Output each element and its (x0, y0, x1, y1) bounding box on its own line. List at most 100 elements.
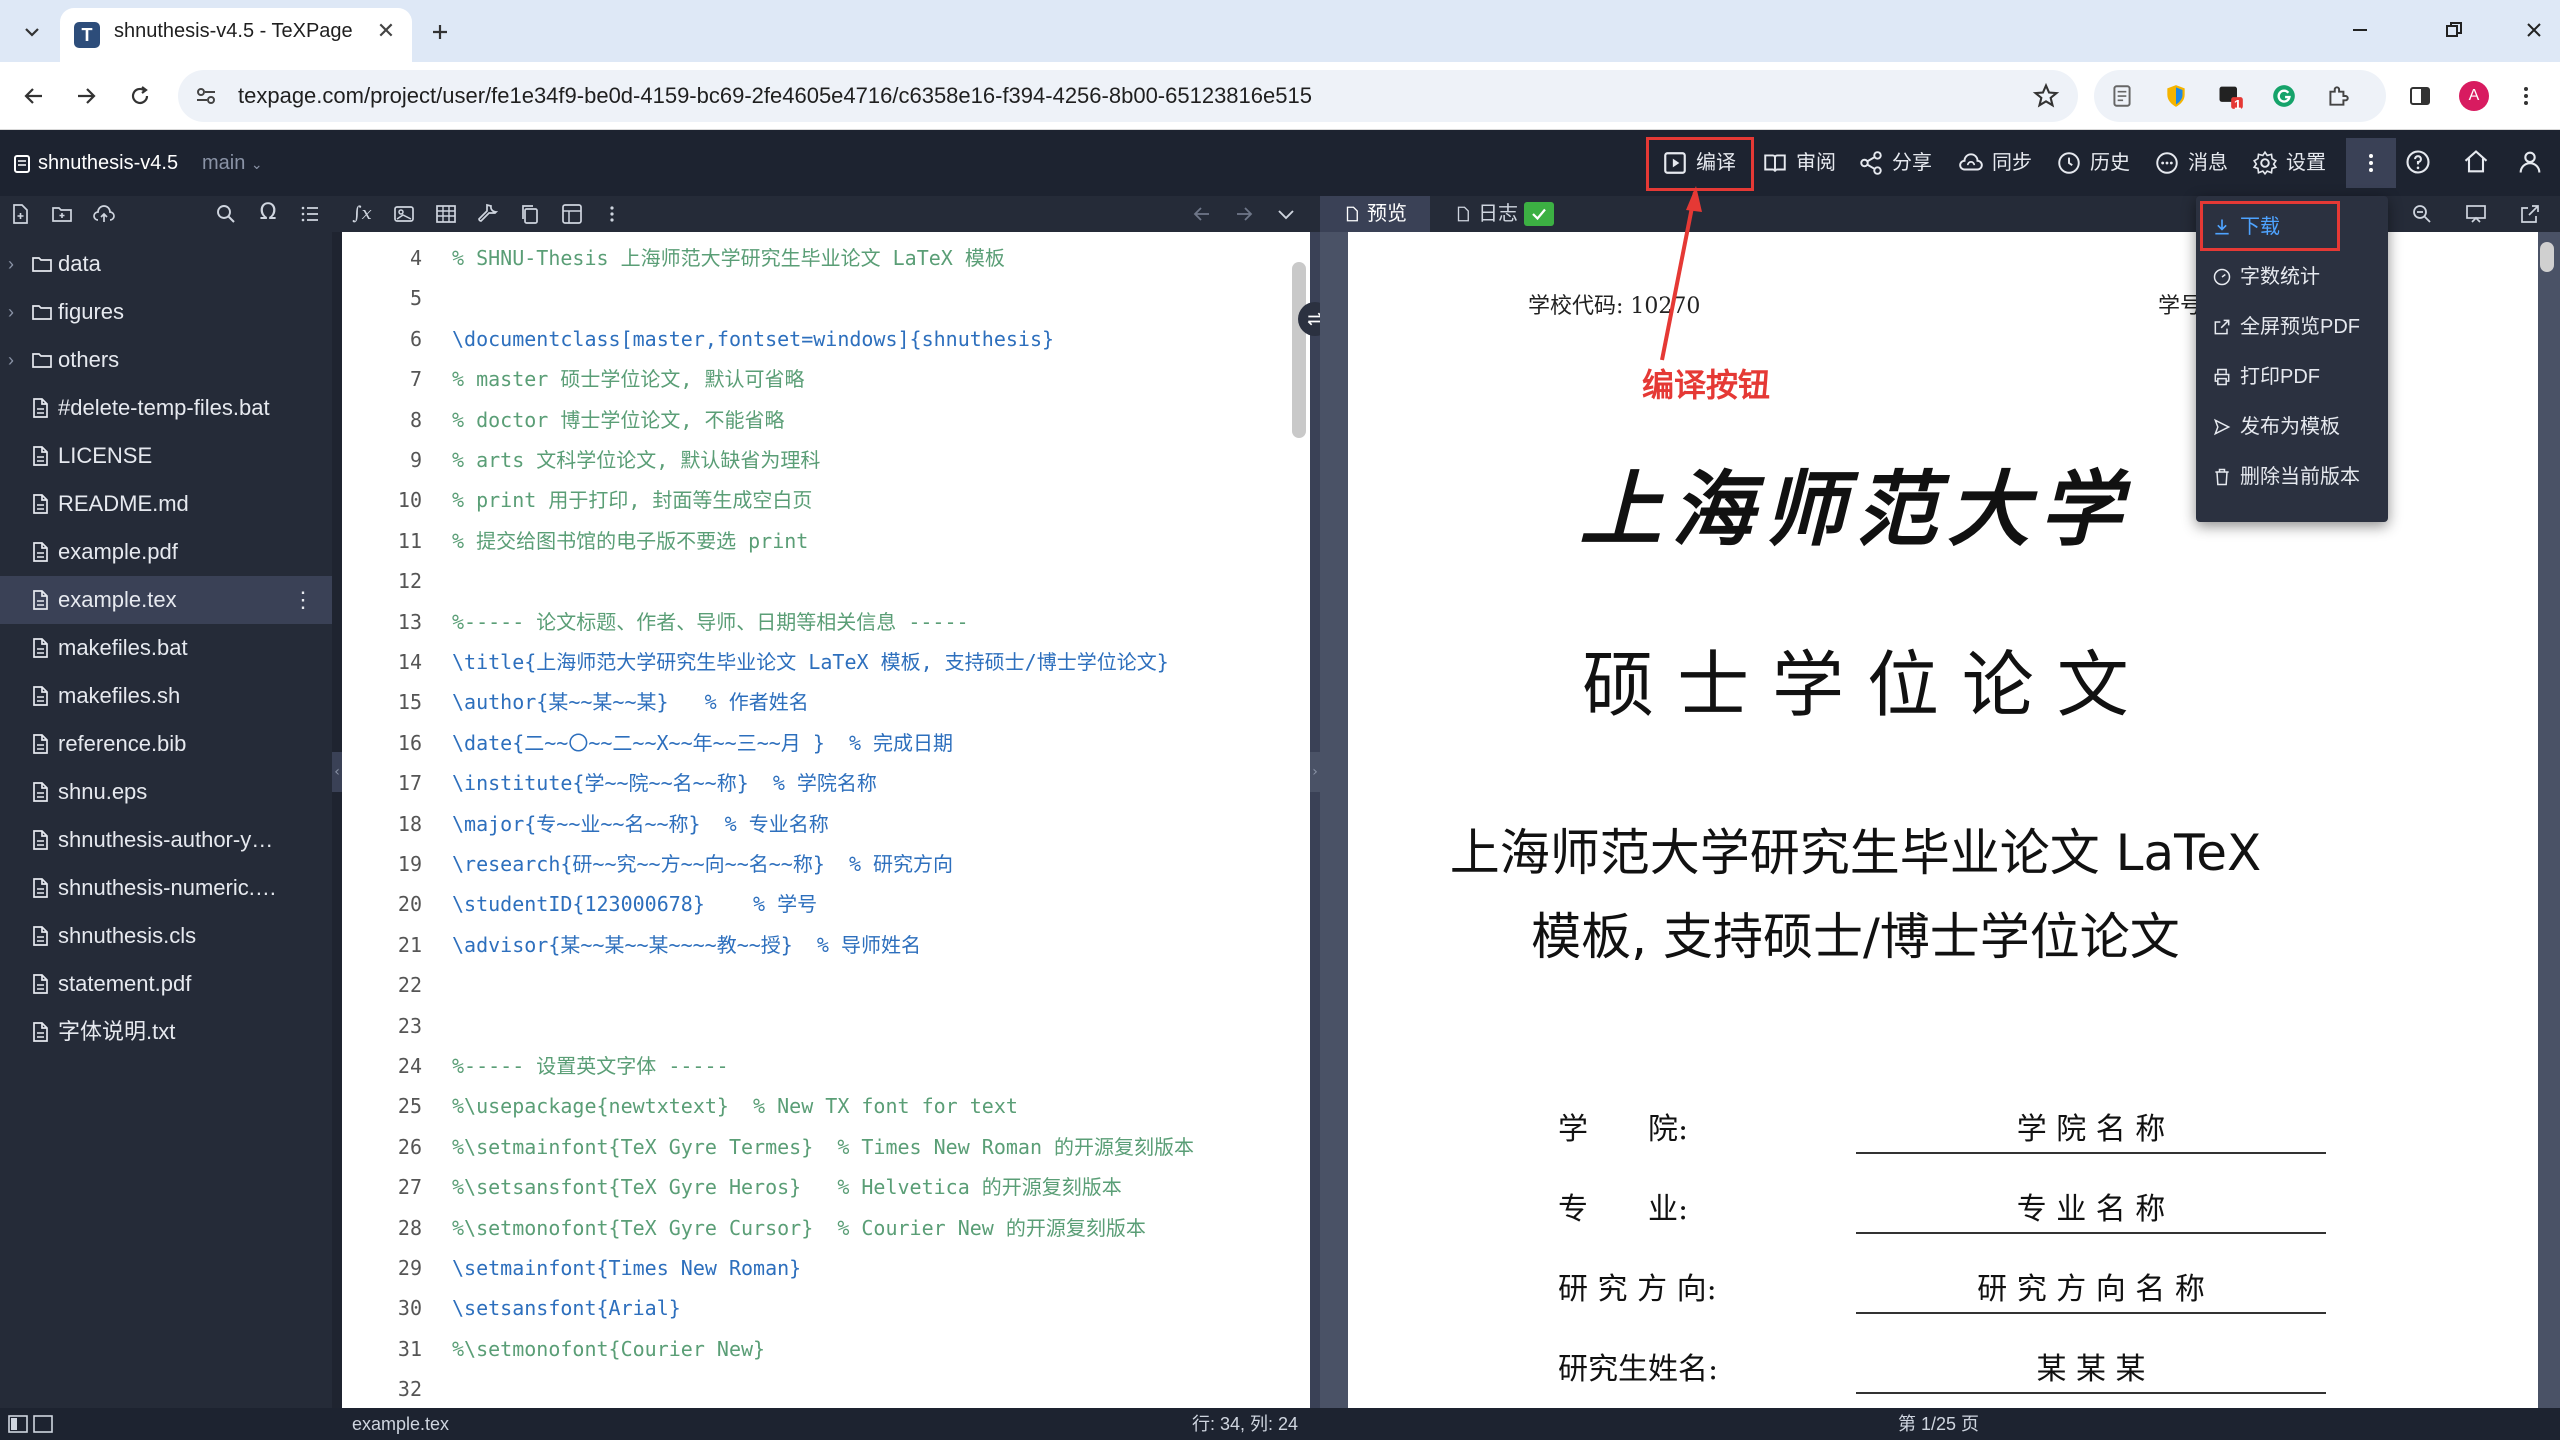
code-line[interactable]: \date{二~~〇~~二~~X~~年~~三~~月 } % 完成日期 (452, 723, 953, 763)
profile-avatar[interactable]: A (2454, 76, 2494, 116)
code-line[interactable]: % print 用于打印, 封面等生成空白页 (452, 480, 812, 520)
formula-icon[interactable]: ∫x (350, 202, 374, 226)
chevron-right-icon[interactable]: › (8, 336, 14, 384)
collapse-right-icon[interactable]: › (1310, 752, 1320, 792)
tab-manager-extension-icon[interactable]: 1 (2210, 76, 2250, 116)
file-item[interactable]: 字体说明.txt (0, 1008, 332, 1056)
file-item[interactable]: shnuthesis.cls (0, 912, 332, 960)
template-icon[interactable] (560, 202, 584, 226)
code-line[interactable]: \documentclass[master,fontset=windows]{s… (452, 319, 1054, 359)
help-icon[interactable] (2404, 148, 2436, 180)
file-item[interactable]: makefiles.bat (0, 624, 332, 672)
branch-selector[interactable]: main ⌄ (202, 130, 263, 197)
code-line[interactable]: %\usepackage{newtxtext} % New TX font fo… (452, 1086, 1018, 1126)
editor-more-icon[interactable] (604, 202, 620, 226)
code-line[interactable]: %\setmonofont{Courier New} (452, 1329, 765, 1369)
code-line[interactable]: % master 硕士学位论文, 默认可省略 (452, 359, 804, 399)
arrow-left-icon[interactable] (1190, 202, 1214, 226)
code-line[interactable]: %\setmonofont{TeX Gyre Cursor} % Courier… (452, 1208, 1146, 1248)
new-folder-icon[interactable] (50, 202, 74, 226)
file-item[interactable]: statement.pdf (0, 960, 332, 1008)
more-menu-button[interactable] (2346, 138, 2396, 188)
code-line[interactable]: %----- 论文标题、作者、导师、日期等相关信息 ----- (452, 602, 969, 642)
tab-close-icon[interactable]: ✕ (372, 18, 400, 46)
close-window-icon[interactable] (2514, 10, 2554, 50)
menu-item-print-pdf[interactable]: 打印PDF (2196, 352, 2388, 402)
menu-item-word-count[interactable]: 字数统计 (2196, 252, 2388, 302)
sidebar-splitter[interactable]: ‹ (332, 232, 342, 1408)
new-tab-icon[interactable] (422, 14, 458, 50)
outline-list-icon[interactable] (298, 202, 322, 226)
menu-item-delete-version[interactable]: 删除当前版本 (2196, 452, 2388, 502)
collapse-left-icon[interactable]: ‹ (332, 752, 342, 792)
layout-toggle-icon[interactable] (8, 1414, 56, 1434)
side-panel-icon[interactable] (2400, 76, 2440, 116)
folder-item[interactable]: › others (0, 336, 332, 384)
browser-menu-icon[interactable] (2506, 76, 2546, 116)
file-item[interactable]: makefiles.sh (0, 672, 332, 720)
editor-scrollbar[interactable] (1292, 262, 1306, 438)
preview-scrollbar[interactable] (2540, 242, 2554, 272)
file-item[interactable]: example.pdf (0, 528, 332, 576)
arrow-right-icon[interactable] (1232, 202, 1256, 226)
back-arrow-icon[interactable] (14, 76, 54, 116)
file-item[interactable]: shnuthesis-author-y… (0, 816, 332, 864)
sync-button[interactable]: 同步 (1958, 140, 2032, 186)
tab-preview[interactable]: 预览 (1320, 196, 1430, 232)
code-line[interactable]: % 提交给图书馆的电子版不要选 print (452, 521, 808, 561)
forward-arrow-icon[interactable] (66, 76, 106, 116)
code-line[interactable]: % arts 文科学位论文, 默认缺省为理科 (452, 440, 820, 480)
grammarly-extension-icon[interactable] (2264, 76, 2304, 116)
image-insert-icon[interactable] (392, 202, 416, 226)
file-options-icon[interactable]: ⋮ (292, 576, 314, 624)
file-item[interactable]: reference.bib (0, 720, 332, 768)
review-button[interactable]: 审阅 (1762, 140, 1836, 186)
folder-item[interactable]: › figures (0, 288, 332, 336)
address-bar[interactable]: texpage.com/project/user/fe1e34f9-be0d-4… (178, 70, 2078, 122)
code-line[interactable]: %----- 设置英文字体 ----- (452, 1046, 729, 1086)
search-icon[interactable] (214, 202, 238, 226)
code-line[interactable]: \major{专~~业~~名~~称} % 专业名称 (452, 804, 829, 844)
code-line[interactable]: %\setsansfont{TeX Gyre Heros} % Helvetic… (452, 1167, 1122, 1207)
editor-preview-splitter[interactable]: › (1298, 232, 1332, 1408)
code-line[interactable]: \setmainfont{Times New Roman} (452, 1248, 801, 1288)
bookmark-star-icon[interactable] (2032, 82, 2060, 110)
menu-item-publish-template[interactable]: 发布为模板 (2196, 402, 2388, 452)
chevron-right-icon[interactable]: › (8, 240, 14, 288)
settings-button[interactable]: 设置 (2252, 140, 2326, 186)
tab-search-icon[interactable] (14, 14, 50, 50)
code-line[interactable]: %\setmainfont{TeX Gyre Termes} % Times N… (452, 1127, 1194, 1167)
menu-item-fullscreen-pdf[interactable]: 全屏预览PDF (2196, 302, 2388, 352)
file-item[interactable]: shnuthesis-numeric.… (0, 864, 332, 912)
home-icon[interactable] (2462, 148, 2494, 180)
code-line[interactable]: \research{研~~究~~方~~向~~名~~称} % 研究方向 (452, 844, 953, 884)
code-line[interactable]: \title{上海师范大学研究生毕业论文 LaTeX 模板, 支持硕士/博士学位… (452, 642, 1169, 682)
reader-extension-icon[interactable] (2102, 76, 2142, 116)
code-editor[interactable]: 4 5 6 7 8 9 10 11 12 13 14 15 16 17 18 19 20 21 22 23 24 25 26… (342, 232, 1310, 1408)
chevron-down-icon[interactable] (1274, 202, 1298, 226)
tab-log[interactable]: 日志 (1454, 196, 1578, 232)
site-info-icon[interactable] (194, 84, 218, 108)
upload-icon[interactable] (92, 202, 116, 226)
messages-button[interactable]: 消息 (2154, 140, 2228, 186)
reload-icon[interactable] (120, 76, 160, 116)
code-line[interactable]: \author{某~~某~~某} % 作者姓名 (452, 682, 809, 722)
minimize-icon[interactable] (2340, 10, 2380, 50)
code-line[interactable]: \institute{学~~院~~名~~称} % 学院名称 (452, 763, 877, 803)
file-item[interactable]: shnu.eps (0, 768, 332, 816)
code-line[interactable]: % doctor 博士学位论文, 不能省略 (452, 400, 784, 440)
table-icon[interactable] (434, 202, 458, 226)
share-button[interactable]: 分享 (1858, 140, 1932, 186)
file-item[interactable]: README.md (0, 480, 332, 528)
zoom-out-icon[interactable] (2410, 202, 2434, 226)
browser-tab[interactable]: T shnuthesis-v4.5 - TeXPage ✕ (60, 8, 412, 62)
code-line[interactable]: \studentID{123000678} % 学号 (452, 884, 817, 924)
folder-item[interactable]: › data (0, 240, 332, 288)
copy-icon[interactable] (518, 202, 542, 226)
file-item[interactable]: #delete-temp-files.bat (0, 384, 332, 432)
user-icon[interactable] (2516, 148, 2548, 180)
file-item[interactable]: LICENSE (0, 432, 332, 480)
present-icon[interactable] (2464, 202, 2488, 226)
new-file-icon[interactable] (8, 202, 32, 226)
code-line[interactable]: \advisor{某~~某~~某~~~~教~~授} % 导师姓名 (452, 925, 921, 965)
